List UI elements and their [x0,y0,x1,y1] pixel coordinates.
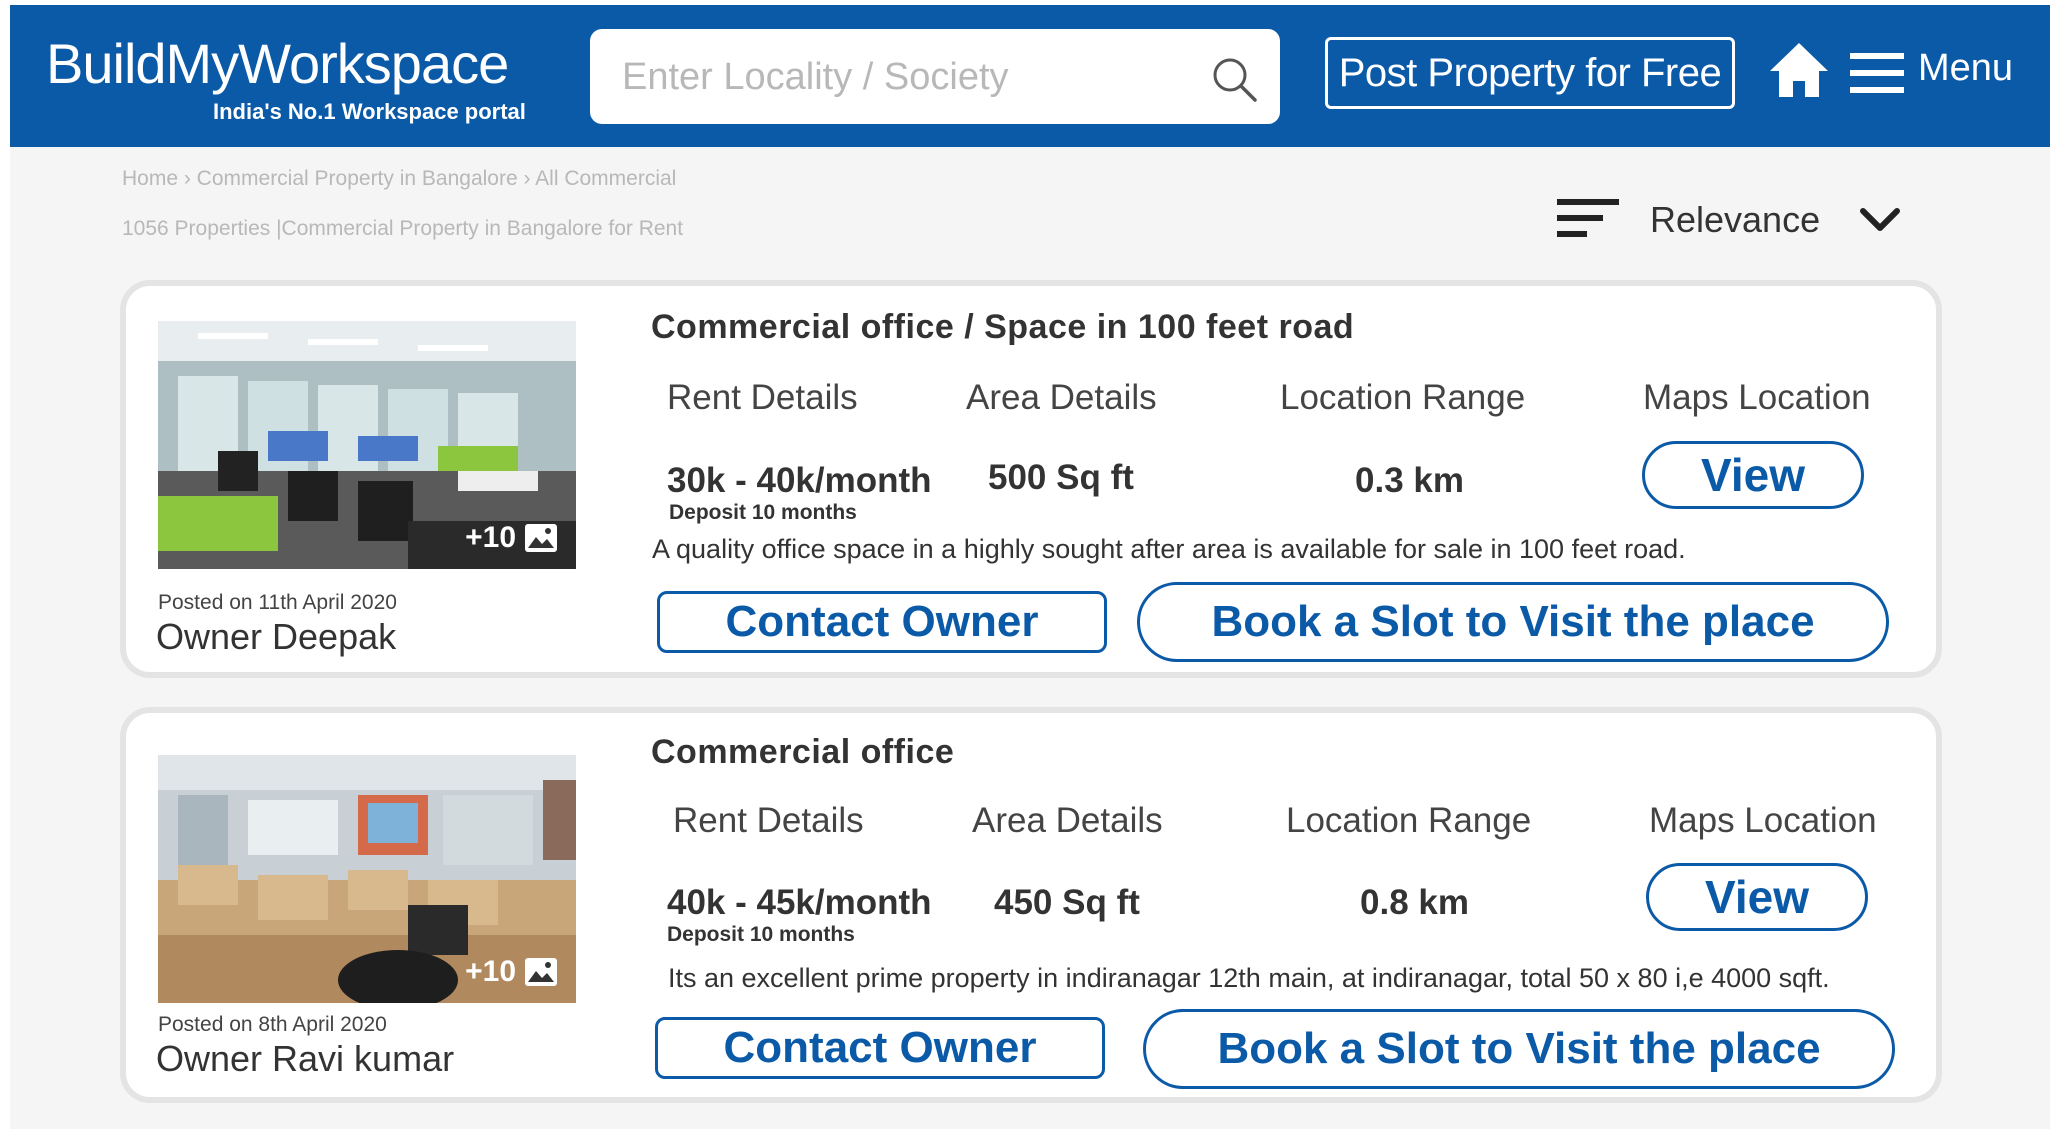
location-range-value: 0.3 km [1355,461,1464,500]
photo-count: +10 [465,521,516,554]
property-photo[interactable]: +10 [158,321,576,569]
brand-tagline: India's No.1 Workspace portal [213,99,526,124]
area-details-header: Area Details [972,801,1163,840]
image-icon [525,524,557,552]
breadcrumb[interactable]: Home › Commercial Property in Bangalore … [122,167,676,191]
results-count: 1056 Properties |Commercial Property in … [122,217,684,240]
top-header: BuildMyWorkspace India's No.1 Workspace … [10,5,2050,147]
rent-details-header: Rent Details [667,378,858,417]
rent-details-header: Rent Details [673,801,864,840]
view-map-button[interactable]: View [1642,441,1864,509]
search-box[interactable] [590,29,1280,124]
book-slot-button[interactable]: Book a Slot to Visit the place [1137,582,1889,662]
view-map-button[interactable]: View [1646,863,1868,931]
photo-count: +10 [465,955,516,988]
search-icon[interactable] [1210,55,1258,103]
chevron-down-icon[interactable] [1858,205,1902,235]
search-input[interactable] [620,51,1204,103]
listing-card: +10 Posted on 8th April 2020 Owner Ravi … [120,707,1942,1103]
maps-location-header: Maps Location [1649,801,1877,840]
property-photo[interactable]: +10 [158,755,576,1003]
listing-description: A quality office space in a highly sough… [652,534,1686,564]
location-range-header: Location Range [1286,801,1532,840]
photo-count-badge[interactable]: +10 [465,955,558,989]
area-value: 500 Sq ft [988,458,1134,497]
sort-icon[interactable] [1555,195,1621,243]
book-slot-button[interactable]: Book a Slot to Visit the place [1143,1009,1895,1089]
menu-label[interactable]: Menu [1918,47,2013,90]
listing-description: Its an excellent prime property in indir… [668,963,1830,993]
area-details-header: Area Details [966,378,1157,417]
post-property-button[interactable]: Post Property for Free [1325,37,1735,109]
page: BuildMyWorkspace India's No.1 Workspace … [10,5,2050,1129]
area-value: 450 Sq ft [994,883,1140,922]
owner-name: Owner Ravi kumar [156,1038,455,1079]
maps-location-header: Maps Location [1643,378,1871,417]
deposit-value: Deposit 10 months [669,501,857,524]
contact-owner-button[interactable]: Contact Owner [657,591,1107,653]
rent-value: 30k - 40k/month [667,461,932,500]
listing-title[interactable]: Commercial office [651,733,954,772]
image-icon [525,958,557,986]
photo-count-badge[interactable]: +10 [465,521,558,555]
menu-icon[interactable] [1848,49,1906,97]
contact-owner-button[interactable]: Contact Owner [655,1017,1105,1079]
sort-dropdown[interactable]: Relevance [1650,199,1820,241]
location-range-header: Location Range [1280,378,1526,417]
home-icon[interactable] [1768,41,1830,99]
listing-title[interactable]: Commercial office / Space in 100 feet ro… [651,308,1354,347]
posted-date: Posted on 8th April 2020 [158,1013,387,1036]
owner-name: Owner Deepak [156,616,397,657]
deposit-value: Deposit 10 months [667,923,855,946]
brand-logo[interactable]: BuildMyWorkspace [46,31,509,96]
posted-date: Posted on 11th April 2020 [158,591,397,614]
rent-value: 40k - 45k/month [667,883,932,922]
location-range-value: 0.8 km [1360,883,1469,922]
listing-card: +10 Posted on 11th April 2020 Owner Deep… [120,280,1942,678]
